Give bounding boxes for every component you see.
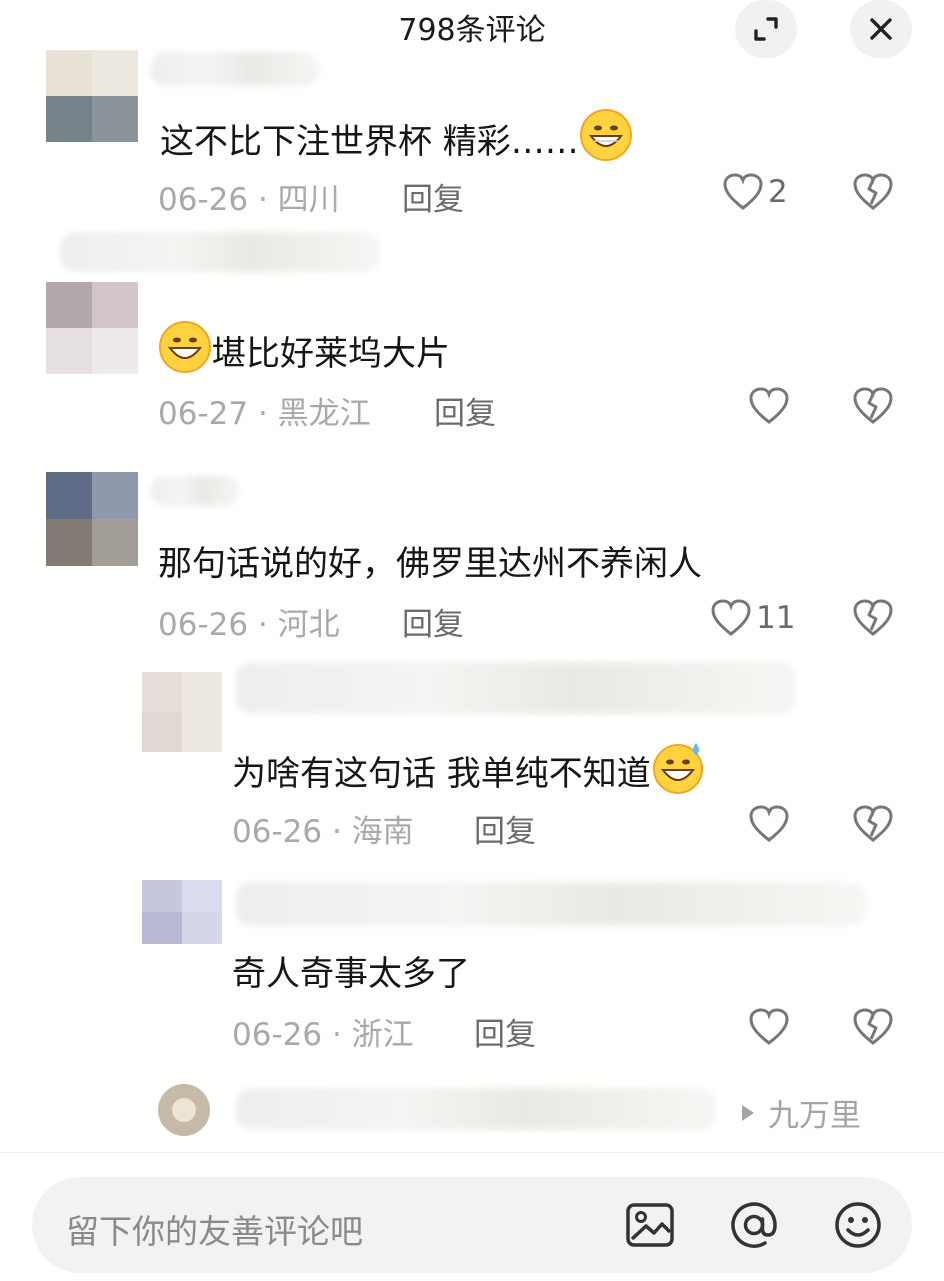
comments-header: 798条评论: [0, 0, 944, 58]
broken-heart-icon: [853, 173, 893, 210]
dislike-button[interactable]: [852, 804, 894, 848]
comment-input[interactable]: 留下你的友善评论吧: [32, 1177, 912, 1273]
comment-input-bar: 留下你的友善评论吧: [0, 1152, 944, 1281]
avatar[interactable]: [46, 282, 138, 374]
grinning-face-emoji: [579, 109, 632, 161]
like-button[interactable]: 2: [722, 170, 788, 214]
username-obscured: [60, 232, 380, 272]
emoji-picker-button[interactable]: [832, 1199, 884, 1255]
like-button[interactable]: [748, 384, 794, 428]
dislike-button[interactable]: [852, 1007, 894, 1051]
reply-button[interactable]: 回复: [402, 599, 464, 644]
dislike-button[interactable]: [852, 172, 894, 216]
expand-button[interactable]: [735, 0, 797, 58]
username-obscured: [236, 1088, 716, 1130]
reply-button[interactable]: 回复: [434, 388, 496, 433]
comment-meta: 06-27 · 黑龙江: [158, 396, 371, 432]
username-obscured: [150, 476, 240, 506]
broken-heart-icon: [853, 599, 893, 636]
at-mention-icon: [731, 1202, 777, 1248]
comment-input-placeholder: 留下你的友善评论吧: [66, 1212, 363, 1251]
avatar[interactable]: [46, 50, 138, 142]
grinning-face-emoji: [159, 321, 211, 373]
emoji-icon: [835, 1202, 881, 1248]
like-button[interactable]: 11: [710, 596, 795, 640]
broken-heart-icon: [853, 805, 893, 842]
mention-button[interactable]: [728, 1199, 780, 1255]
close-icon: [870, 18, 892, 40]
reply-target-link[interactable]: 九万里: [738, 1090, 861, 1135]
comment-text: 这不比下注世界杯 精彩……: [160, 108, 633, 163]
heart-icon: [711, 599, 751, 636]
broken-heart-icon: [853, 387, 893, 424]
close-button[interactable]: [850, 0, 912, 58]
avatar[interactable]: [46, 472, 138, 566]
comment-text: 堪比好莱坞大片: [158, 320, 450, 375]
reply-button[interactable]: 回复: [402, 174, 464, 219]
comment-text: 那句话说的好，佛罗里达州不养闲人: [158, 544, 702, 584]
reply-meta: 06-26 · 海南: [232, 814, 414, 850]
broken-heart-icon: [853, 1008, 893, 1045]
comment-meta: 06-26 · 四川: [158, 182, 340, 218]
like-count: 2: [768, 174, 788, 210]
comment-meta: 06-26 · 河北: [158, 607, 340, 643]
reply-button[interactable]: 回复: [474, 1009, 536, 1054]
dislike-button[interactable]: [852, 598, 894, 642]
avatar[interactable]: [142, 672, 222, 752]
username-obscured: [150, 52, 320, 86]
avatar[interactable]: [142, 880, 222, 944]
comment-count-title: 798条评论: [398, 13, 546, 48]
sweat-grin-emoji: [652, 743, 703, 794]
username-obscured: [236, 662, 796, 714]
play-triangle-icon: [742, 1104, 754, 1121]
like-count: 11: [756, 600, 796, 636]
heart-icon: [749, 1008, 789, 1045]
heart-icon: [749, 387, 789, 424]
expand-icon: [754, 17, 778, 41]
avatar[interactable]: [158, 1084, 210, 1136]
reply-button[interactable]: 回复: [474, 806, 536, 851]
dislike-button[interactable]: [852, 386, 894, 430]
image-icon: [626, 1203, 674, 1247]
heart-icon: [749, 805, 789, 842]
like-button[interactable]: [748, 1005, 790, 1049]
reply-text: 奇人奇事太多了: [232, 954, 470, 994]
insert-image-button[interactable]: [624, 1199, 676, 1255]
like-button[interactable]: [748, 802, 790, 846]
reply-meta: 06-26 · 浙江: [232, 1017, 414, 1053]
username-obscured: [236, 882, 866, 926]
heart-icon: [723, 173, 763, 210]
reply-text: 为啥有这句话 我单纯不知道: [232, 740, 705, 795]
